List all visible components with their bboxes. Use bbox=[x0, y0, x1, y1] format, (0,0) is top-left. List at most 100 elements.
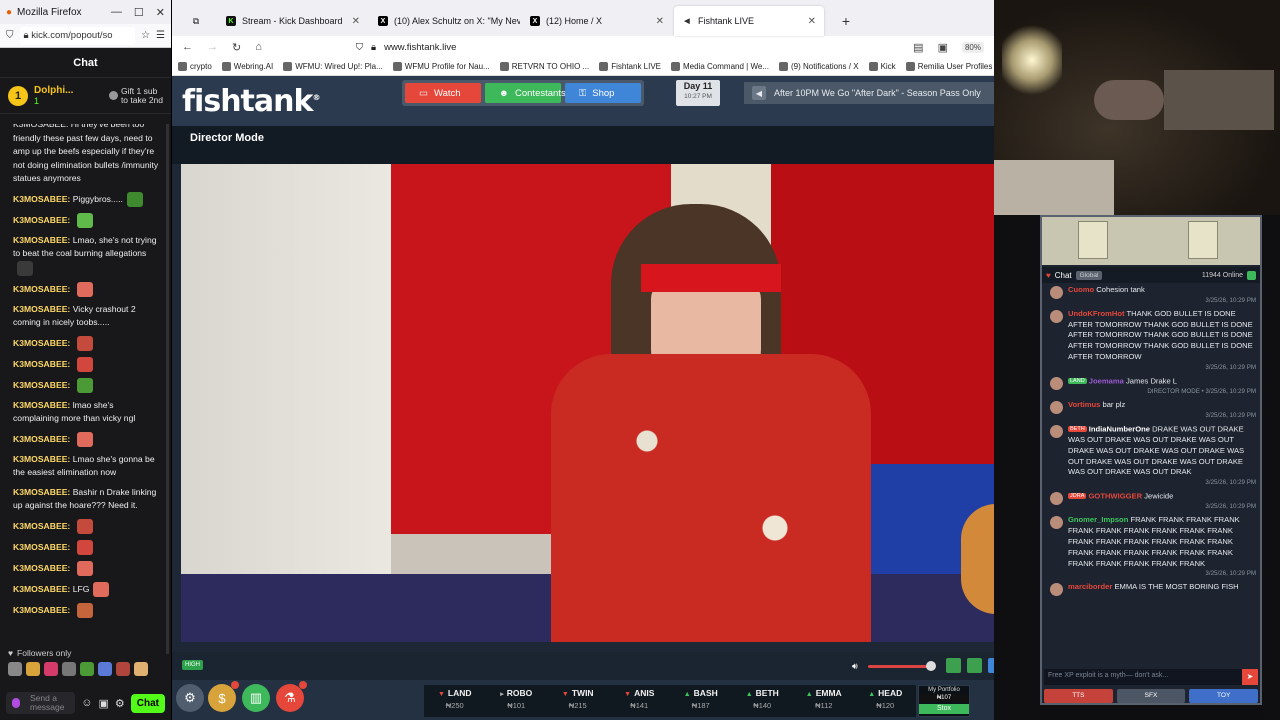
volume-slider[interactable] bbox=[868, 665, 930, 668]
stock-item[interactable]: ▼ ANIS ₦141 bbox=[609, 685, 671, 717]
emote-picker-icon[interactable]: ☺ bbox=[81, 697, 92, 709]
message-input[interactable]: Send a message bbox=[6, 692, 76, 714]
emote[interactable] bbox=[44, 662, 58, 676]
chat-username[interactable]: K3MOSABEE: bbox=[13, 214, 70, 224]
chat-username[interactable]: K3MOSABEE: bbox=[13, 520, 70, 530]
chat-scrollbar[interactable] bbox=[166, 124, 169, 654]
reader-icon[interactable]: ▤ bbox=[913, 41, 923, 54]
chat-username[interactable]: UndoKFromHot bbox=[1068, 309, 1125, 318]
chat-username[interactable]: K3MOSABEE: bbox=[13, 304, 70, 314]
tab-list-button[interactable]: ⧉ bbox=[176, 6, 216, 36]
tts-button[interactable]: TTS bbox=[1044, 689, 1113, 703]
stock-item[interactable]: ▲ BASH ₦187 bbox=[670, 685, 732, 717]
volume-slider-handle[interactable] bbox=[926, 661, 936, 671]
new-tab-button[interactable]: + bbox=[826, 6, 866, 36]
chat-username[interactable]: K3MOSABEE: bbox=[13, 337, 70, 347]
avatar[interactable] bbox=[1050, 309, 1063, 323]
emote[interactable] bbox=[26, 662, 40, 676]
watch-button[interactable]: ▭ Watch bbox=[405, 83, 481, 103]
minimize-icon[interactable]: — bbox=[111, 6, 122, 19]
chat-username[interactable]: marciborder bbox=[1068, 582, 1112, 591]
chat-username[interactable]: K3MOSABEE: bbox=[13, 562, 70, 572]
screenshot-icon[interactable]: ▣ bbox=[938, 41, 948, 54]
tab-kick-dashboard[interactable]: K Stream - Kick Dashboard ✕ bbox=[218, 6, 368, 36]
maximize-icon[interactable]: ☐ bbox=[134, 6, 144, 19]
chat-username[interactable]: K3MOSABEE: bbox=[13, 358, 70, 368]
portfolio-widget[interactable]: My Portfolio ₦107 Stox bbox=[918, 685, 970, 717]
chat-username[interactable]: K3MOSABEE: bbox=[13, 604, 70, 614]
stox-button[interactable]: Stox bbox=[919, 704, 969, 714]
avatar[interactable] bbox=[1050, 286, 1063, 299]
chat-username[interactable]: Vortimus bbox=[1068, 400, 1100, 409]
emote[interactable] bbox=[134, 662, 148, 676]
chat-username[interactable]: K3MOSABEE: bbox=[13, 583, 70, 593]
close-icon[interactable]: ✕ bbox=[156, 6, 165, 19]
volume-icon[interactable]: 🔊︎ bbox=[852, 661, 858, 672]
live-video[interactable] bbox=[181, 164, 1030, 642]
quality-badge[interactable]: HIGH bbox=[182, 660, 203, 670]
fishtank-logo[interactable]: fishtank® bbox=[182, 84, 320, 119]
stock-item[interactable]: ▲ BETH ₦140 bbox=[732, 685, 794, 717]
users-icon[interactable] bbox=[1247, 270, 1256, 280]
pinned-gift-banner[interactable]: 1 Dolphi... 1 Gift 1 sub to take 2nd bbox=[0, 78, 171, 114]
close-tab-icon[interactable]: ✕ bbox=[656, 16, 664, 27]
bookmark-item[interactable]: crypto bbox=[178, 62, 212, 71]
avatar[interactable] bbox=[1050, 376, 1063, 390]
chat-username[interactable]: K3MOSABEE: bbox=[13, 193, 70, 203]
send-icon[interactable]: ➤ bbox=[1242, 669, 1258, 685]
stock-item[interactable]: ▲ HEAD ₦120 bbox=[855, 685, 917, 717]
global-room-button[interactable]: Global bbox=[1075, 270, 1103, 280]
chat-username[interactable]: IndiaNumberOne bbox=[1089, 424, 1150, 433]
emote[interactable] bbox=[116, 662, 130, 676]
chat-username[interactable]: K3MOSABEE: bbox=[13, 433, 70, 443]
bookmark-item[interactable]: WFMU Profile for Nau... bbox=[392, 62, 490, 71]
pip-icon[interactable] bbox=[946, 658, 961, 673]
chat-message-list[interactable]: Cuomo Cohesion tank 3/25/26, 10:29 PM Undo… bbox=[1042, 285, 1260, 663]
chat-username[interactable]: K3MOSABEE: bbox=[13, 379, 70, 389]
avatar[interactable] bbox=[1050, 492, 1063, 506]
bookmark-item[interactable]: WFMU: Wired Up!: Pla... bbox=[283, 62, 383, 71]
bookmark-item[interactable]: Fishtank LIVE bbox=[599, 62, 661, 71]
shop-button[interactable]: ⚿ Shop bbox=[565, 83, 641, 103]
stock-item[interactable]: ▸ ROBO ₦101 bbox=[486, 685, 548, 717]
recent-emotes-row[interactable] bbox=[8, 662, 148, 676]
stock-item[interactable]: ▼ LAND ₦250 bbox=[424, 685, 486, 717]
avatar[interactable] bbox=[1050, 516, 1063, 530]
star-icon[interactable]: ☆ bbox=[141, 30, 150, 41]
chat-message-list[interactable]: K3MOSABEE: Hi they've been too friendly t… bbox=[0, 124, 166, 644]
chat-username[interactable]: Joemama bbox=[1089, 376, 1124, 385]
tab-fishtank-live[interactable]: ◀ Fishtank LIVE ✕ bbox=[674, 6, 824, 36]
home-icon[interactable]: ⌂ bbox=[255, 41, 262, 53]
bookmark-item[interactable]: (9) Notifications / X bbox=[778, 62, 859, 71]
bars-icon[interactable]: ▥ bbox=[242, 684, 270, 712]
tab-x-home[interactable]: X (12) Home / X ✕ bbox=[522, 6, 672, 36]
chat-username[interactable]: K3MOSABEE: bbox=[13, 541, 70, 551]
forward-icon[interactable]: → bbox=[207, 41, 218, 53]
bookmark-item[interactable]: Kick bbox=[868, 62, 896, 71]
chat-input[interactable]: Free XP exploit is a myth— don't ask... bbox=[1044, 669, 1258, 685]
settings-icon[interactable]: ⚙ bbox=[176, 684, 204, 712]
toy-button[interactable]: TOY bbox=[1189, 689, 1259, 703]
emote[interactable] bbox=[8, 662, 22, 676]
shield-icon[interactable]: ⛉ bbox=[356, 42, 363, 53]
bookmark-item[interactable]: Media Command | We... bbox=[671, 62, 769, 71]
settings-icon[interactable]: ⚙ bbox=[115, 697, 125, 710]
emote[interactable] bbox=[98, 662, 112, 676]
bookmark-item[interactable]: Webring.AI bbox=[221, 62, 273, 71]
bookmark-item[interactable]: Remilia User Profiles bbox=[905, 62, 992, 71]
tab-x-alex[interactable]: X (10) Alex Schultz on X: "My Nev ✕ bbox=[370, 6, 520, 36]
contestants-button[interactable]: ☻ Contestants bbox=[485, 83, 566, 103]
avatar[interactable] bbox=[1050, 583, 1063, 597]
chat-username[interactable]: K3MOSABEE: bbox=[13, 454, 70, 464]
avatar[interactable] bbox=[1050, 424, 1063, 438]
bookmark-item[interactable]: RETVRN TO OHIO ... bbox=[499, 62, 589, 71]
emote[interactable] bbox=[80, 662, 94, 676]
stock-item[interactable]: ▲ EMMA ₦112 bbox=[793, 685, 855, 717]
chat-send-button[interactable]: Chat bbox=[130, 693, 165, 713]
chat-username[interactable]: K3MOSABEE: bbox=[13, 400, 70, 410]
gift-sub-button[interactable]: Gift 1 sub to take 2nd bbox=[108, 86, 163, 105]
coins-icon[interactable]: $ bbox=[208, 681, 239, 712]
stock-item[interactable]: ▼ TWIN ₦215 bbox=[547, 685, 609, 717]
avatar[interactable] bbox=[1050, 400, 1063, 414]
close-tab-icon[interactable]: ✕ bbox=[352, 16, 360, 27]
